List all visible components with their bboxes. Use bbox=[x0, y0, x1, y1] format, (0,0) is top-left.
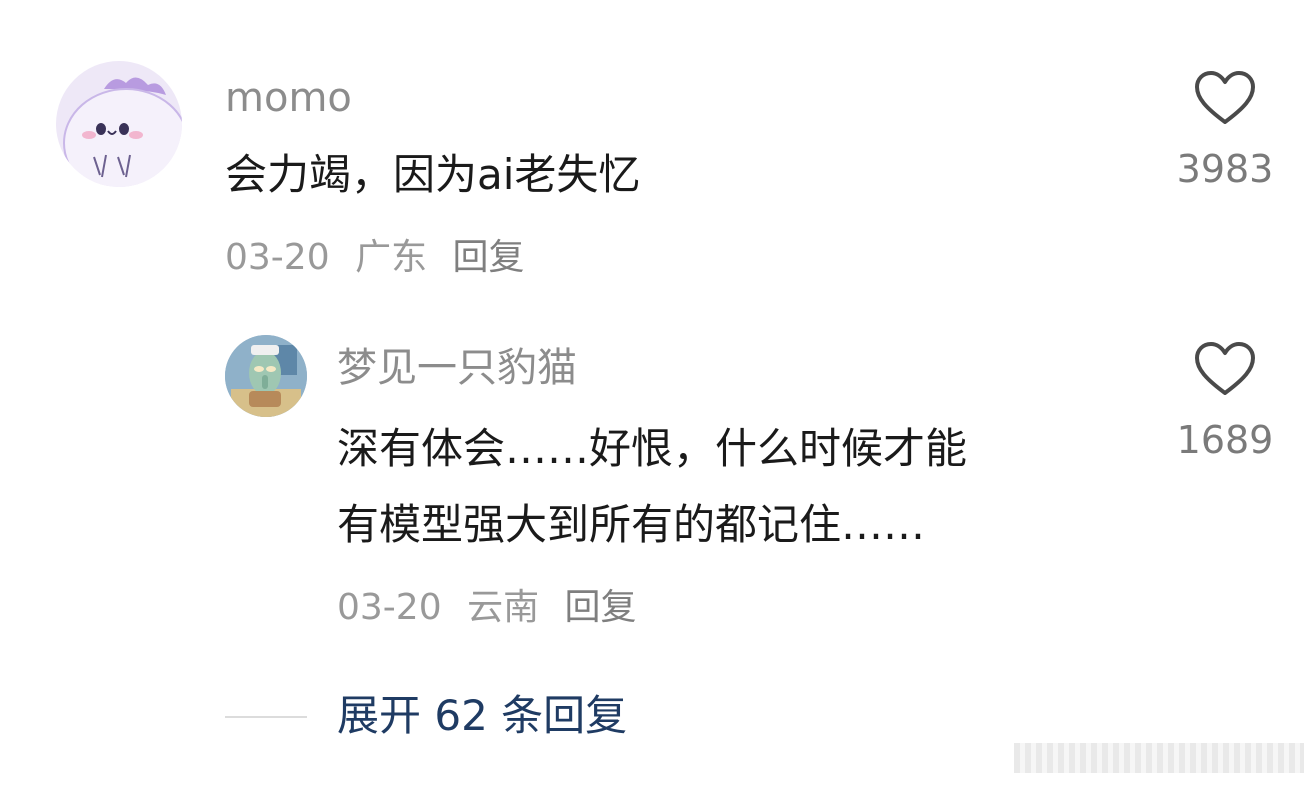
reply-avatar[interactable] bbox=[225, 335, 307, 417]
reply-reply-button[interactable]: 回复 bbox=[565, 587, 637, 628]
reply-like-count: 1689 bbox=[1176, 418, 1274, 462]
avatar[interactable] bbox=[56, 61, 182, 187]
comment-username[interactable]: momo bbox=[225, 74, 352, 122]
reply-location: 云南 bbox=[467, 587, 540, 628]
heart-icon[interactable] bbox=[1194, 341, 1256, 397]
reply-text-line-1: 深有体会……好恨，什么时候才能 bbox=[337, 424, 968, 473]
comment-location: 广东 bbox=[355, 237, 428, 278]
reply-date: 03-20 bbox=[337, 587, 442, 628]
heart-icon[interactable] bbox=[1194, 70, 1256, 126]
dino-avatar-icon bbox=[63, 77, 182, 187]
reply-username[interactable]: 梦见一只豹猫 bbox=[337, 344, 577, 392]
comment-meta: 03-20 广东 回复 bbox=[225, 236, 539, 280]
comment-text: 会力竭，因为ai老失忆 bbox=[225, 150, 641, 199]
expand-replies-button[interactable]: 展开 62 条回复 bbox=[337, 690, 627, 742]
comment-date: 03-20 bbox=[225, 237, 330, 278]
cartoon-avatar-icon bbox=[225, 335, 307, 417]
reply-button[interactable]: 回复 bbox=[453, 237, 525, 278]
reply-meta: 03-20 云南 回复 bbox=[337, 586, 651, 630]
watermark bbox=[1014, 743, 1304, 773]
like-count: 3983 bbox=[1176, 147, 1274, 191]
expand-divider bbox=[225, 716, 307, 718]
reply-text-line-2: 有模型强大到所有的都记住…… bbox=[337, 500, 926, 549]
